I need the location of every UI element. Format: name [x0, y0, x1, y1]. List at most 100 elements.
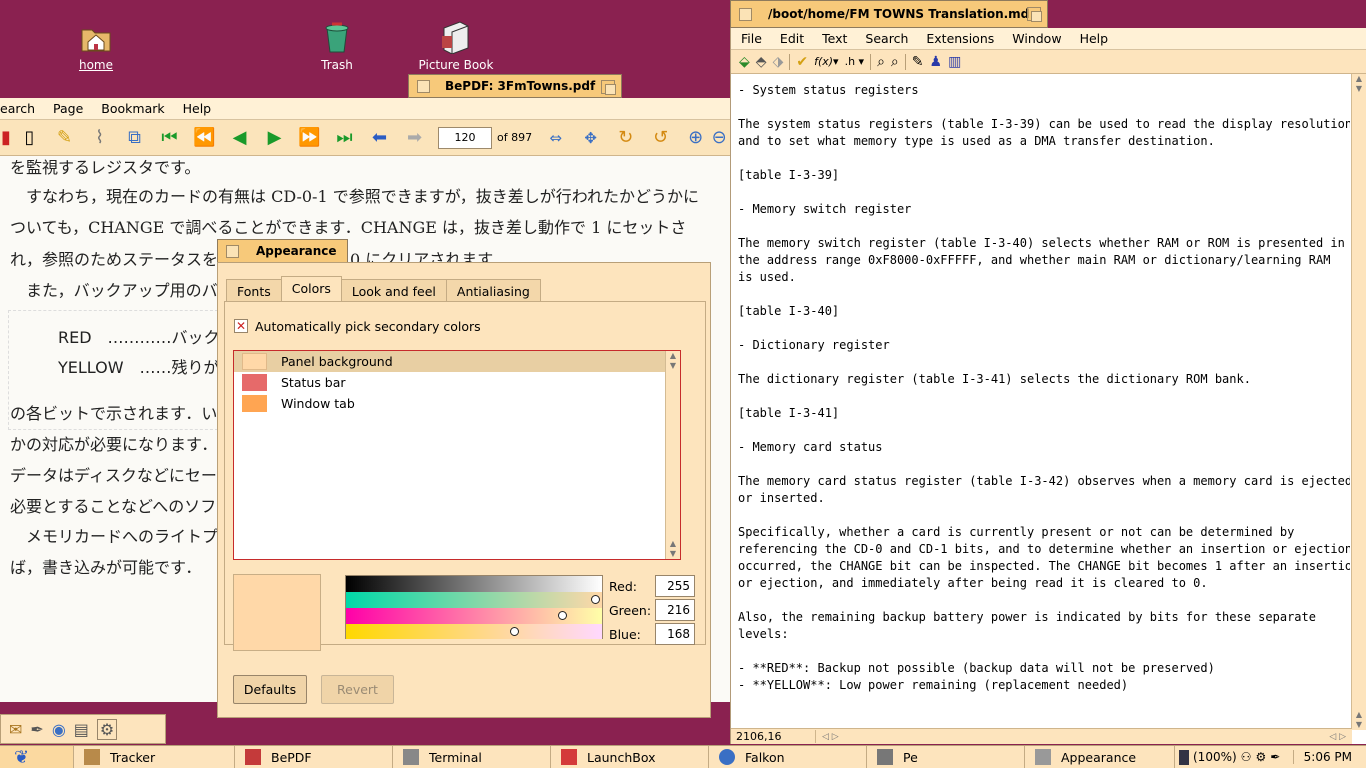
- blue-value-input[interactable]: 168: [655, 623, 695, 645]
- leaf-menu-button[interactable]: ❦: [0, 745, 74, 768]
- clock[interactable]: 5:06 PM: [1292, 750, 1366, 764]
- editor-window-tab[interactable]: /boot/home/FM TOWNS Translation.md: [730, 0, 1048, 28]
- previous-page-icon[interactable]: ◀: [222, 124, 257, 152]
- editor-vertical-scrollbar[interactable]: ▲ ▼ ▲ ▼: [1351, 74, 1366, 730]
- task-label: BePDF: [271, 749, 312, 765]
- scroll-up-icon[interactable]: ▲ ▼: [1352, 74, 1366, 94]
- close-button[interactable]: [226, 245, 239, 258]
- red-value-input[interactable]: 255: [655, 575, 695, 597]
- task-appearance[interactable]: Appearance: [1025, 745, 1175, 768]
- blue-slider[interactable]: [346, 624, 602, 639]
- zoom-button[interactable]: [1027, 7, 1042, 22]
- desktop-icon-trash[interactable]: Trash: [292, 20, 382, 72]
- auto-secondary-checkbox[interactable]: ✕: [234, 319, 248, 333]
- find-icon[interactable]: ⌕: [877, 54, 885, 70]
- editor-text-area[interactable]: - System status registers The system sta…: [738, 82, 1350, 728]
- close-button[interactable]: [417, 80, 430, 93]
- terminal-icon[interactable]: ▤: [74, 720, 89, 739]
- menu-help[interactable]: Help: [174, 101, 221, 116]
- menu-search[interactable]: earch: [0, 101, 44, 116]
- task-terminal[interactable]: Terminal: [393, 745, 551, 768]
- list-scrollbar[interactable]: ▲ ▼ ▲ ▼: [665, 351, 680, 559]
- bepdf-menubar: earch Page Bookmark Help: [0, 98, 730, 120]
- revert-button[interactable]: Revert: [321, 675, 394, 704]
- fullscreen-icon[interactable]: ⧉: [117, 124, 152, 152]
- task-falkon[interactable]: Falkon: [709, 745, 867, 768]
- scroll-down-icon[interactable]: ▲ ▼: [1352, 710, 1366, 730]
- check-icon[interactable]: ✔: [796, 54, 808, 70]
- first-page-icon[interactable]: ⏮: [152, 124, 187, 152]
- last-page-icon[interactable]: ⏭: [327, 124, 362, 152]
- scroll-up-icon[interactable]: ▲ ▼: [666, 351, 680, 371]
- list-item[interactable]: Window tab: [234, 393, 680, 414]
- next-page-icon[interactable]: ▶: [257, 124, 292, 152]
- color-sliders[interactable]: [345, 575, 603, 639]
- globe-icon[interactable]: ◉: [52, 720, 66, 739]
- task-launchbox[interactable]: LaunchBox: [551, 745, 709, 768]
- open-icon[interactable]: ⬙: [739, 54, 750, 70]
- red-slider[interactable]: [346, 592, 602, 608]
- header-icon[interactable]: .h ▾: [845, 55, 865, 68]
- disk-icon[interactable]: ⬗: [773, 54, 784, 70]
- color-swatch: [242, 395, 267, 412]
- tab-colors[interactable]: Colors: [280, 276, 342, 303]
- red-slider-thumb[interactable]: [591, 595, 600, 604]
- columns-icon[interactable]: ▥: [948, 54, 961, 70]
- task-tracker[interactable]: Tracker: [74, 745, 235, 768]
- appearance-icon[interactable]: ⚙: [96, 718, 118, 740]
- bepdf-window-tab[interactable]: BePDF: 3FmTowns.pdf: [408, 74, 622, 98]
- bookmark-icon[interactable]: ▮: [0, 124, 12, 152]
- save-icon[interactable]: ⬘: [756, 54, 767, 70]
- task-pe[interactable]: Pe: [867, 745, 1025, 768]
- folder-icon[interactable]: ✉: [9, 720, 22, 739]
- person-icon[interactable]: ♟: [930, 54, 943, 70]
- history-forward-icon[interactable]: ➡: [397, 124, 432, 152]
- menu-page[interactable]: Page: [44, 101, 92, 116]
- battery-icon[interactable]: [1179, 749, 1189, 765]
- menu-window[interactable]: Window: [1003, 31, 1070, 46]
- edit-pen-icon[interactable]: ✎: [912, 54, 924, 70]
- menu-text[interactable]: Text: [813, 31, 856, 46]
- desktop-icon-home[interactable]: home: [51, 20, 141, 72]
- history-back-icon[interactable]: ⬅: [362, 124, 397, 152]
- fit-width-icon[interactable]: ⇔: [538, 124, 573, 152]
- menu-bookmark[interactable]: Bookmark: [92, 101, 173, 116]
- zoom-button[interactable]: [601, 80, 616, 95]
- menu-help[interactable]: Help: [1071, 31, 1118, 46]
- list-item[interactable]: Status bar: [234, 372, 680, 393]
- falkon-icon: [719, 749, 735, 765]
- menu-edit[interactable]: Edit: [771, 31, 813, 46]
- find-next-icon[interactable]: ⌕: [891, 54, 899, 70]
- rotate-counterclockwise-icon[interactable]: ↺: [643, 124, 678, 152]
- pen-icon[interactable]: ✒: [1270, 750, 1280, 764]
- desktop-icon-picture-book[interactable]: Picture Book: [411, 20, 501, 72]
- function-icon[interactable]: f(x)▾: [814, 55, 839, 68]
- page-view-icon[interactable]: ▯: [12, 124, 47, 152]
- defaults-button[interactable]: Defaults: [233, 675, 307, 704]
- green-value-input[interactable]: 216: [655, 599, 695, 621]
- rotate-clockwise-icon[interactable]: ↻: [608, 124, 643, 152]
- settings-icon[interactable]: ⚙: [1255, 750, 1266, 764]
- close-button[interactable]: [739, 8, 752, 21]
- appearance-window-tab[interactable]: Appearance: [217, 239, 348, 263]
- network-icon[interactable]: ⚇: [1241, 750, 1252, 764]
- menu-extensions[interactable]: Extensions: [917, 31, 1003, 46]
- highlight-icon[interactable]: ✎: [47, 124, 82, 152]
- blue-slider-thumb[interactable]: [509, 627, 519, 636]
- scroll-down-icon[interactable]: ▲ ▼: [666, 539, 680, 559]
- list-item[interactable]: Panel background: [234, 351, 680, 372]
- fast-forward-icon[interactable]: ⏩: [292, 124, 327, 152]
- menu-file[interactable]: File: [731, 31, 771, 46]
- zoom-out-icon[interactable]: ⊖: [712, 124, 727, 152]
- green-slider-thumb[interactable]: [557, 611, 567, 620]
- pen-icon[interactable]: ✒: [30, 720, 43, 739]
- fit-page-icon[interactable]: ✥: [573, 124, 608, 152]
- task-bepdf[interactable]: BePDF: [235, 745, 393, 768]
- scroll-left-right-icon[interactable]: ◁ ▷: [1323, 732, 1352, 742]
- page-number-input[interactable]: 120: [438, 126, 492, 149]
- fast-back-icon[interactable]: ⏪: [187, 124, 222, 152]
- attachment-icon[interactable]: ⌇: [82, 124, 117, 152]
- menu-search[interactable]: Search: [856, 31, 917, 46]
- zoom-in-icon[interactable]: ⊕: [678, 124, 713, 152]
- scroll-left-right-icon[interactable]: ◁ ▷: [816, 732, 845, 742]
